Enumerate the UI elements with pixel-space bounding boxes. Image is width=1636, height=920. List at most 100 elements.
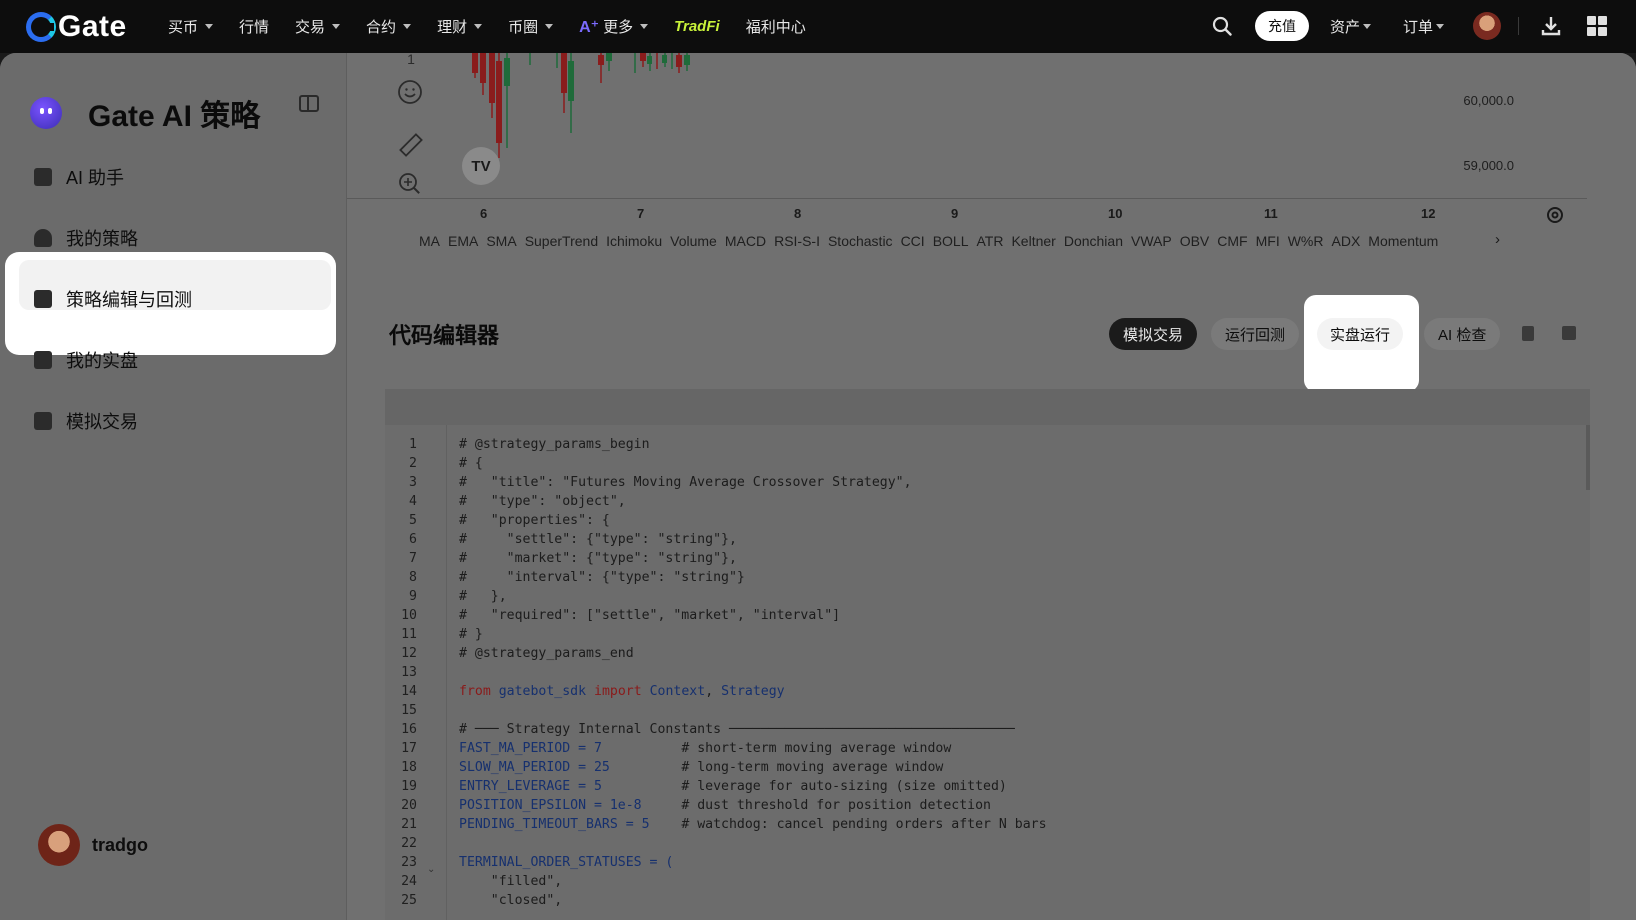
indicator-tab[interactable]: MFI: [1256, 233, 1280, 249]
line-number: 12: [401, 646, 417, 661]
indicator-tab[interactable]: SuperTrend: [525, 233, 598, 249]
indicator-tab[interactable]: Momentum: [1368, 233, 1438, 249]
fold-toggle-icon[interactable]: ⌄: [427, 864, 435, 875]
line-number: 3: [409, 475, 417, 490]
sidebar-collapse-icon[interactable]: [299, 95, 319, 112]
indicator-tab[interactable]: W%R: [1288, 233, 1324, 249]
code-line: # "title": "Futures Moving Average Cross…: [459, 475, 912, 490]
nav-item[interactable]: 交易: [295, 16, 341, 37]
chart-x-axis-line: [347, 198, 1587, 199]
nav-item[interactable]: 行情: [239, 16, 269, 37]
line-number: 17: [401, 741, 417, 756]
indicator-tab[interactable]: VWAP: [1131, 233, 1172, 249]
x-axis-tick-label: 12: [1421, 206, 1436, 221]
x-axis-tick-label: 8: [794, 206, 802, 221]
indicator-tab[interactable]: Volume: [670, 233, 717, 249]
line-number: 10: [401, 608, 417, 623]
nav-item[interactable]: 福利中心: [746, 16, 806, 37]
indicator-tab[interactable]: MACD: [725, 233, 766, 249]
assets-menu[interactable]: 资产: [1330, 16, 1372, 37]
indicator-tab[interactable]: CCI: [901, 233, 925, 249]
nav-item-label: TradFi: [674, 18, 720, 35]
live-chart-icon: [34, 351, 52, 369]
deposit-button[interactable]: 充值: [1255, 11, 1309, 41]
sidebar-item-strategy-editor[interactable]: 策略编辑与回测: [34, 286, 192, 312]
run-live-button[interactable]: 实盘运行: [1317, 318, 1404, 350]
sidebar-item-my-live[interactable]: 我的实盘: [34, 347, 138, 373]
search-icon[interactable]: [1212, 16, 1232, 36]
indicator-tab[interactable]: BOLL: [933, 233, 969, 249]
simulate-trade-button[interactable]: 模拟交易: [1109, 318, 1198, 350]
code-line: PENDING_TIMEOUT_BARS = 5 # watchdog: can…: [459, 817, 1047, 832]
orders-menu[interactable]: 订单: [1403, 16, 1445, 37]
indicator-tab[interactable]: Stochastic: [828, 233, 893, 249]
nav-item[interactable]: 币圈: [508, 16, 554, 37]
code-line: ENTRY_LEVERAGE = 5 # leverage for auto-s…: [459, 779, 1007, 794]
indicator-tab[interactable]: MA: [419, 233, 440, 249]
indicator-tab[interactable]: Ichimoku: [606, 233, 662, 249]
code-line: # "type": "object",: [459, 494, 626, 509]
indicator-tab[interactable]: EMA: [448, 233, 478, 249]
apps-grid-icon[interactable]: [1587, 16, 1607, 36]
chevron-right-icon[interactable]: ›: [1495, 231, 1500, 248]
code-line: # @strategy_params_begin: [459, 437, 650, 452]
indicator-tab[interactable]: RSI-S-I: [774, 233, 820, 249]
download-icon[interactable]: [1540, 15, 1562, 37]
indicator-tab[interactable]: ADX: [1332, 233, 1361, 249]
sidebar-item-my-strategies[interactable]: 我的策略: [34, 225, 138, 251]
indicator-tab[interactable]: Donchian: [1064, 233, 1123, 249]
code-line: "closed",: [459, 893, 563, 908]
code-line: # {: [459, 456, 483, 471]
line-number: 18: [401, 760, 417, 775]
emoji-icon[interactable]: [397, 79, 423, 105]
code-line: FAST_MA_PERIOD = 7 # short-term moving a…: [459, 741, 952, 756]
tool-number: 1: [407, 53, 415, 67]
avatar: [38, 824, 80, 866]
nav-item[interactable]: 理财: [437, 16, 483, 37]
code-content[interactable]: # @strategy_params_begin # { # "title": "F…: [459, 435, 1047, 910]
line-number: 6: [409, 532, 417, 547]
chevron-down-icon: [1436, 24, 1445, 29]
ruler-icon[interactable]: [397, 131, 425, 159]
user-profile[interactable]: tradgo: [38, 824, 148, 866]
indicator-tab[interactable]: SMA: [486, 233, 516, 249]
nav-item[interactable]: A⁺ 更多: [579, 16, 649, 37]
assets-label: 资产: [1330, 19, 1361, 36]
chevron-down-icon: [205, 24, 214, 29]
gear-icon[interactable]: [1545, 205, 1565, 225]
indicator-tab[interactable]: Keltner: [1011, 233, 1055, 249]
sidebar-item-label: AI 助手: [66, 168, 125, 188]
chart-toolbar: 1: [397, 53, 435, 213]
save-icon[interactable]: [1562, 326, 1576, 340]
code-line: # "required": ["settle", "market", "inte…: [459, 608, 841, 623]
line-number: 9: [409, 589, 417, 604]
run-backtest-button[interactable]: 运行回测: [1211, 318, 1300, 350]
nav-item[interactable]: 合约: [366, 16, 412, 37]
gate-logo[interactable]: Gate: [26, 10, 127, 44]
zoom-in-icon[interactable]: [397, 171, 423, 197]
nav-item-label: 更多: [603, 19, 634, 36]
indicator-tab[interactable]: CMF: [1217, 233, 1247, 249]
sidebar-item-simulate[interactable]: 模拟交易: [34, 408, 138, 434]
line-number: 22: [401, 836, 417, 851]
price-chart[interactable]: [447, 53, 1597, 198]
line-number: 7: [409, 551, 417, 566]
vertical-scrollbar[interactable]: [1586, 425, 1590, 490]
sidebar-item-ai-assistant[interactable]: AI 助手: [34, 164, 124, 190]
code-line: TERMINAL_ORDER_STATUSES = (: [459, 855, 674, 870]
code-editor[interactable]: 1 2 3 4 5 6 7 8 9 10 11 12 13 14 15 16 17 18 19 20 21 22 23 24 2…: [385, 389, 1590, 920]
nav-item[interactable]: TradFi: [674, 18, 720, 35]
line-number: 2: [409, 456, 417, 471]
nav-item[interactable]: 买币: [168, 16, 214, 37]
nav-item-label: 交易: [295, 19, 326, 36]
indicator-tab[interactable]: ATR: [977, 233, 1004, 249]
ai-check-button[interactable]: AI 检查: [1424, 318, 1501, 350]
page-title: Gate AI 策略: [88, 100, 261, 133]
candlesticks: [472, 53, 690, 158]
copy-icon[interactable]: [1522, 326, 1534, 341]
chevron-down-icon: [640, 24, 649, 29]
avatar[interactable]: [1473, 12, 1501, 40]
indicator-tab[interactable]: OBV: [1180, 233, 1210, 249]
